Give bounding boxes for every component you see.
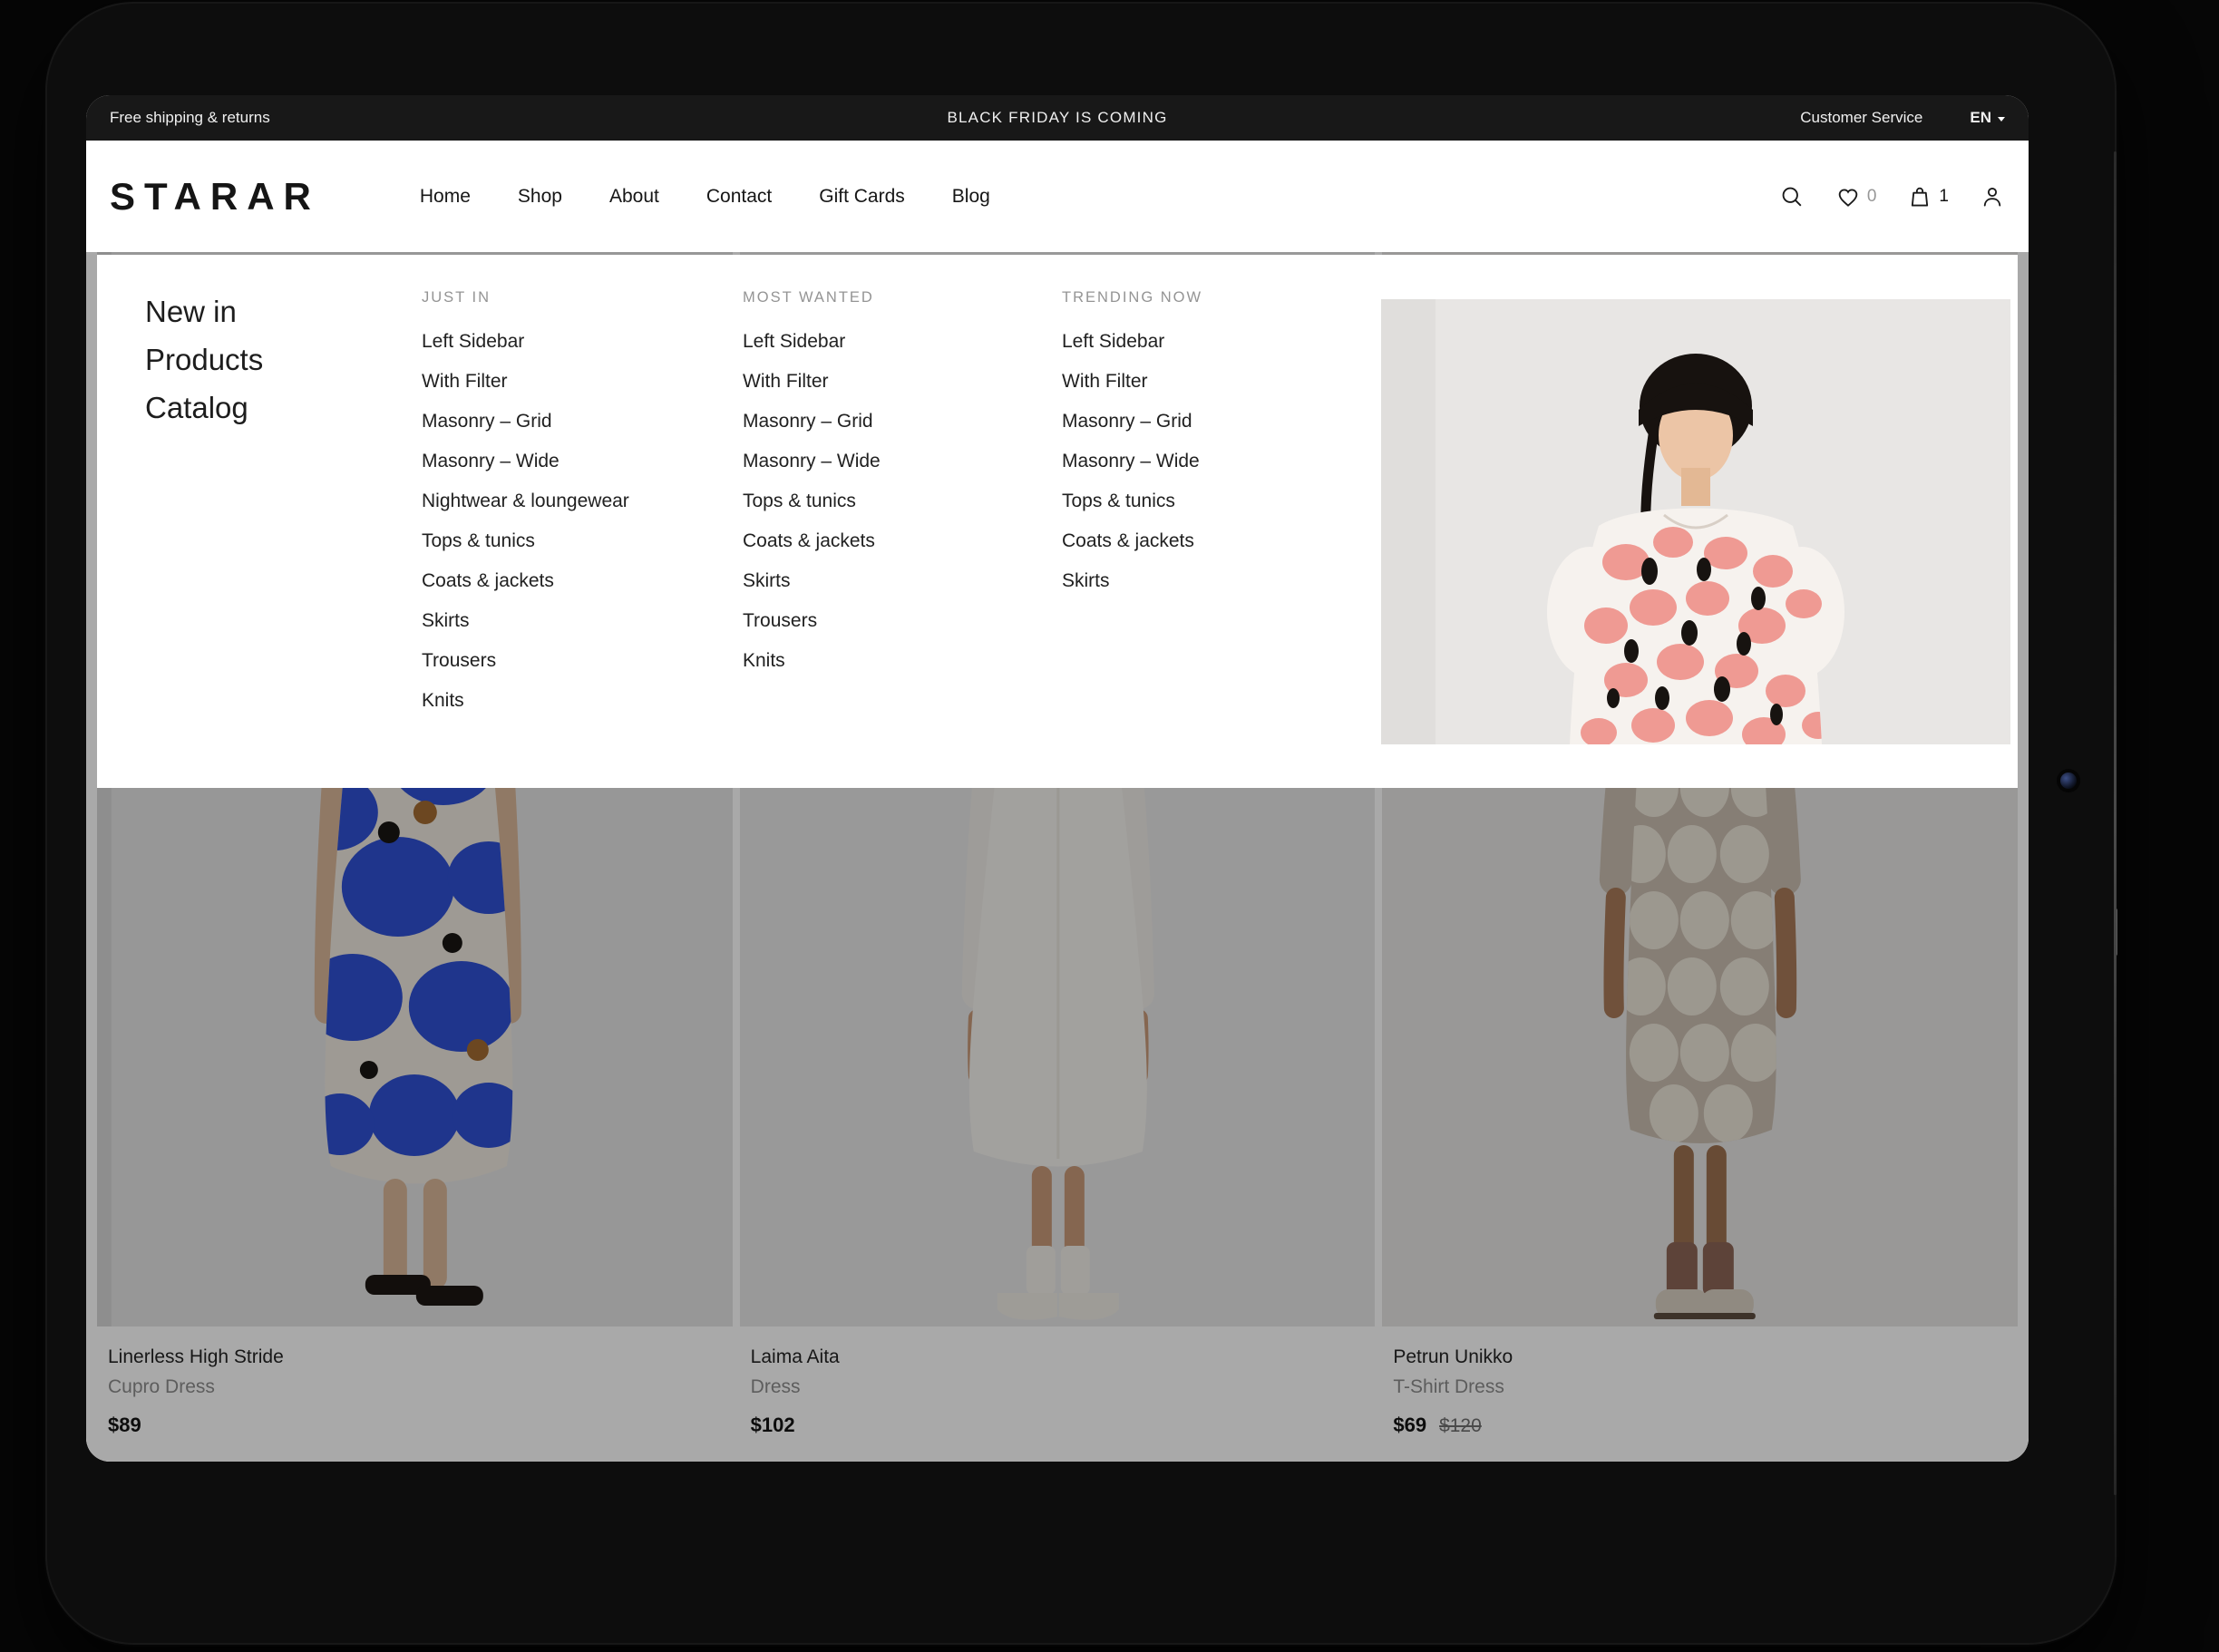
mega-menu-item[interactable]: Coats & jackets — [743, 530, 1042, 552]
wishlist-count: 0 — [1867, 187, 1877, 207]
page-content: Linerless High Stride Cupro Dress $89 — [86, 252, 2029, 1462]
mega-menu-item[interactable]: Left Sidebar — [1062, 331, 1361, 353]
pink-floral-dress-model-photo — [1381, 299, 2010, 744]
topbar-utility-nav: Customer Service EN — [1800, 109, 2005, 127]
nav-link-contact[interactable]: Contact — [706, 186, 772, 208]
menu-item-list: Left Sidebar With Filter Masonry – Grid Mas… — [743, 331, 1042, 672]
customer-service-link[interactable]: Customer Service — [1800, 109, 1922, 127]
menu-column-title: JUST IN — [422, 289, 721, 306]
announcement-bar: Free shipping & returns BLACK FRIDAY IS … — [86, 95, 2029, 141]
mega-menu-item[interactable]: Masonry – Grid — [1062, 411, 1361, 432]
mega-menu-item[interactable]: Tops & tunics — [1062, 491, 1361, 512]
nav-link-gift-cards[interactable]: Gift Cards — [819, 186, 905, 208]
device-side-button — [2114, 909, 2117, 956]
front-camera — [2060, 773, 2077, 789]
mega-menu-column-most-wanted: MOST WANTED Left Sidebar With Filter Mason… — [743, 289, 1042, 690]
mega-menu-item[interactable]: Left Sidebar — [743, 331, 1042, 353]
mega-menu-item[interactable]: Masonry – Grid — [743, 411, 1042, 432]
header-actions: 0 1 — [1779, 184, 2005, 209]
mega-menu-item[interactable]: Masonry – Wide — [1062, 451, 1361, 472]
menu-column-title: TRENDING NOW — [1062, 289, 1361, 306]
shipping-note: Free shipping & returns — [110, 109, 270, 127]
mega-menu-item[interactable]: Tops & tunics — [743, 491, 1042, 512]
mega-menu-item[interactable]: Masonry – Wide — [743, 451, 1042, 472]
cart-count: 1 — [1939, 187, 1949, 207]
menu-item-list: Left Sidebar With Filter Masonry – Grid Mas… — [1062, 331, 1361, 592]
brand-logo[interactable]: STARAR — [110, 175, 320, 219]
menu-item-list: Left Sidebar With Filter Masonry – Grid Mas… — [422, 331, 721, 712]
mega-menu-item[interactable]: Masonry – Wide — [422, 451, 721, 472]
mega-menu-item[interactable]: Skirts — [422, 610, 721, 632]
nav-link-shop[interactable]: Shop — [518, 186, 562, 208]
mega-menu-promo-image[interactable] — [1381, 299, 2010, 744]
mega-menu-item[interactable]: Tops & tunics — [422, 530, 721, 552]
language-label: EN — [1970, 109, 1991, 127]
search-icon — [1779, 184, 1805, 209]
mega-menu-item[interactable]: Knits — [743, 650, 1042, 672]
mega-menu-item[interactable]: Skirts — [743, 570, 1042, 592]
search-button[interactable] — [1779, 184, 1805, 209]
cart-button[interactable]: 1 — [1907, 184, 1949, 209]
mega-menu-panel: New in Products Catalog JUST IN Left Sid… — [97, 255, 2018, 788]
mega-menu-item[interactable]: Left Sidebar — [422, 331, 721, 353]
mega-menu-item[interactable]: With Filter — [1062, 371, 1361, 393]
mega-menu-item[interactable]: Coats & jackets — [1062, 530, 1361, 552]
nav-link-home[interactable]: Home — [420, 186, 471, 208]
main-header: STARAR Home Shop About Contact Gift Card… — [86, 141, 2029, 252]
promo-banner: BLACK FRIDAY IS COMING — [947, 109, 1167, 127]
main-nav: Home Shop About Contact Gift Cards Blog — [420, 186, 990, 208]
mega-menu-item[interactable]: Skirts — [1062, 570, 1361, 592]
nav-link-blog[interactable]: Blog — [952, 186, 990, 208]
mega-menu-item[interactable]: Masonry – Grid — [422, 411, 721, 432]
chevron-down-icon — [1998, 117, 2005, 121]
nav-link-about[interactable]: About — [609, 186, 659, 208]
mega-menu-column-trending-now: TRENDING NOW Left Sidebar With Filter Maso… — [1062, 289, 1361, 610]
bag-icon — [1907, 184, 1932, 209]
tablet-device-frame: Free shipping & returns BLACK FRIDAY IS … — [47, 4, 2115, 1643]
mega-menu-item[interactable]: With Filter — [422, 371, 721, 393]
heart-icon — [1835, 184, 1861, 209]
mega-menu-item[interactable]: Nightwear & loungewear — [422, 491, 721, 512]
language-selector[interactable]: EN — [1970, 109, 2005, 127]
user-icon — [1980, 184, 2005, 209]
mega-menu-item[interactable]: Knits — [422, 690, 721, 712]
mega-menu-item[interactable]: Coats & jackets — [422, 570, 721, 592]
mega-menu-heading: New in Products Catalog — [145, 287, 322, 432]
mega-menu-item[interactable]: Trousers — [422, 650, 721, 672]
account-button[interactable] — [1980, 184, 2005, 209]
mega-menu-column-just-in: JUST IN Left Sidebar With Filter Masonry –… — [422, 289, 721, 730]
mega-menu-item[interactable]: Trousers — [743, 610, 1042, 632]
mega-menu-item[interactable]: With Filter — [743, 371, 1042, 393]
menu-column-title: MOST WANTED — [743, 289, 1042, 306]
browser-viewport: Free shipping & returns BLACK FRIDAY IS … — [86, 95, 2029, 1462]
wishlist-button[interactable]: 0 — [1835, 184, 1877, 209]
